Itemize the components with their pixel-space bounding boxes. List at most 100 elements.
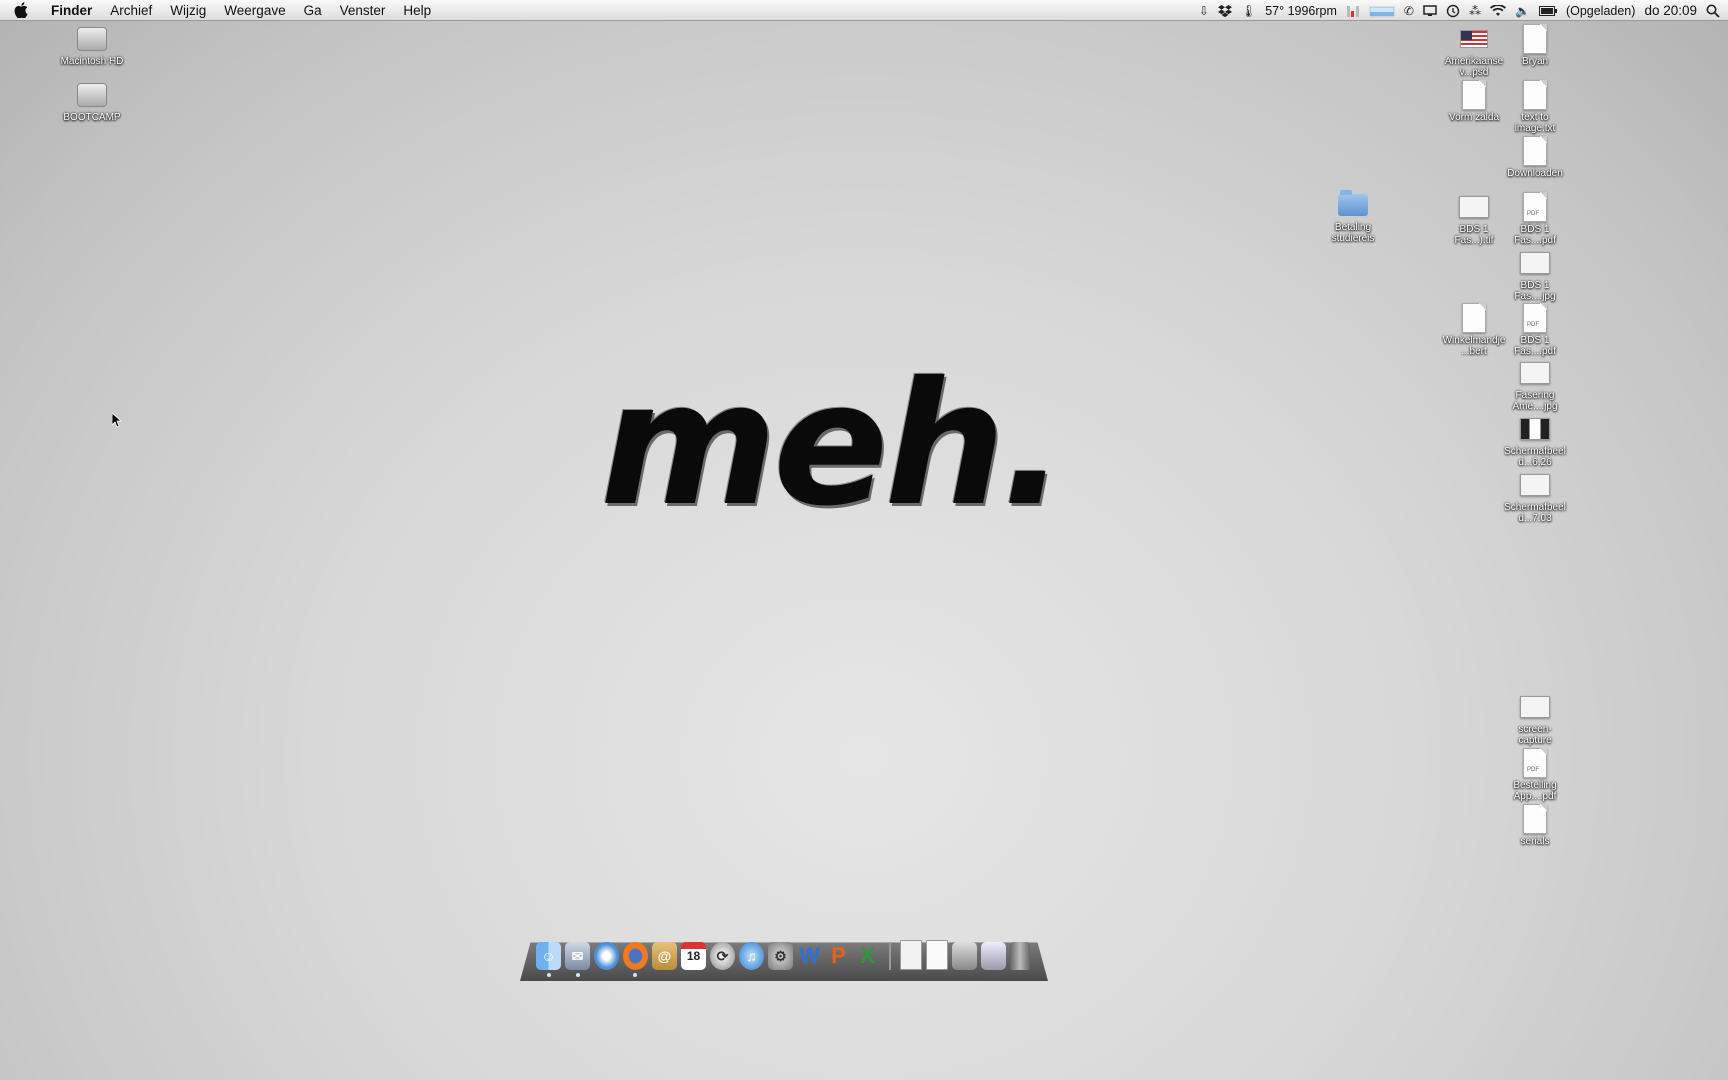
desktop-icon-screen-capture[interactable]: screen-capture [1503, 692, 1567, 746]
desktop-icon-serials[interactable]: serials [1503, 804, 1567, 847]
desktop-icon-label: BOOTCAMP [63, 112, 121, 123]
image-file-icon [1458, 192, 1490, 222]
desktop-icon-betaling-studiereis[interactable]: Betaling studiereis [1321, 190, 1385, 244]
desktop-icon-label: Schermafbeeld...6.26 [1504, 446, 1566, 468]
image-file-icon [1519, 358, 1551, 388]
desktop-icon-macintosh-hd[interactable]: Macintosh HD [60, 24, 124, 67]
desktop-icon-label: serials [1520, 836, 1550, 847]
menu-wijzig[interactable]: Wijzig [161, 0, 215, 21]
menu-weergave[interactable]: Weergave [215, 0, 294, 21]
wifi-icon[interactable] [1489, 0, 1506, 21]
desktop-icon-label: BDS 1 Fas...).tif [1454, 224, 1494, 246]
menu-ga[interactable]: Ga [295, 0, 331, 21]
hard-drive-icon [76, 24, 108, 54]
status-area: ⇩ 🌡 57° 1996rpm ✆ ⁂ 🔈 (Opgeladen) do 20:… [1199, 0, 1720, 21]
folder-icon [1337, 190, 1369, 220]
pdf-file-icon: PDF [1519, 748, 1551, 778]
battery-status[interactable]: (Opgeladen) [1566, 4, 1636, 18]
menubar-clock[interactable]: do 20:09 [1644, 3, 1697, 18]
sync-icon[interactable]: ⟳ [710, 942, 735, 970]
safari-icon[interactable]: ✦ [594, 942, 619, 970]
menu-help[interactable]: Help [394, 0, 440, 21]
pdf-file-icon: PDF [1519, 192, 1551, 222]
desktop-icon-label: Amerikaanse v...psd [1444, 56, 1504, 78]
dock-items: ☺ ✉ ✦ @ 18 ⟳ ♫ ⚙ W P X [536, 940, 1030, 970]
desktop-icon-label: Winkelmandje...bert [1442, 335, 1506, 357]
desktop-icon-bootcamp[interactable]: BOOTCAMP [60, 80, 124, 123]
document-stack-icon[interactable] [900, 940, 922, 970]
desktop-icon-amerikaanse-psd[interactable]: Amerikaanse v...psd [1442, 24, 1506, 78]
cpu-meter-icon[interactable] [1346, 0, 1360, 21]
menu-venster[interactable]: Venster [331, 0, 395, 21]
text-file-icon [1519, 80, 1551, 110]
display-icon[interactable] [1423, 0, 1437, 21]
desktop-icon-label: Bryan [1521, 56, 1549, 67]
desktop-icon-vorm-zalda[interactable]: Vorm zalda [1442, 80, 1506, 123]
running-indicator [547, 973, 551, 977]
excel-icon[interactable]: X [855, 942, 880, 970]
screenshot-icon [1519, 414, 1551, 444]
document-icon [1519, 136, 1551, 166]
address-book-icon[interactable]: @ [652, 942, 677, 970]
desktop-icon-label: Fasering Ame....jpg [1512, 390, 1558, 412]
download-arrow-icon[interactable]: ⇩ [1199, 0, 1209, 21]
word-icon[interactable]: W [797, 942, 822, 970]
running-indicator [576, 973, 580, 977]
desktop-icon-schermafbeelding-703[interactable]: Schermafbeeld...7.03 [1503, 470, 1567, 524]
desktop-icon-bds-jpg[interactable]: BDS 1 Fas....jpg [1503, 248, 1567, 302]
wallpaper-text: meh. [600, 346, 1066, 544]
dock-separator [889, 942, 891, 970]
desktop-icon-label: Schermafbeeld...7.03 [1504, 502, 1566, 524]
thermometer-icon[interactable]: 🌡 [1241, 0, 1256, 21]
battery-icon[interactable] [1538, 0, 1557, 21]
menu-app-finder[interactable]: Finder [42, 0, 101, 21]
finder-icon[interactable]: ☺ [536, 942, 561, 970]
bluetooth-icon[interactable]: ⁂ [1469, 0, 1481, 21]
desktop-icon-bds-pdf-1[interactable]: PDF BDS 1 Fas....pdf [1503, 192, 1567, 246]
desktop-icon-label: screen-capture [1518, 724, 1552, 746]
desktop-icon-schermafbeelding-626[interactable]: Schermafbeeld...6.26 [1503, 414, 1567, 468]
image-file-icon [1519, 248, 1551, 278]
desktop-icon-label: Vorm zalda [1448, 112, 1500, 123]
volume-icon[interactable]: 🔈 [1515, 0, 1530, 21]
desktop-icon-label: BDS 1 Fas....pdf [1514, 224, 1556, 246]
desktop-icon-bryan[interactable]: Bryan [1503, 24, 1567, 67]
document-icon [1519, 24, 1551, 54]
mouse-cursor-icon [112, 413, 122, 428]
desktop-icon-label: Macintosh HD [60, 56, 124, 67]
apple-menu-icon[interactable] [14, 2, 34, 18]
desktop-icon-fasering-jpg[interactable]: Fasering Ame....jpg [1503, 358, 1567, 412]
calendar-icon[interactable]: 18 [681, 942, 706, 970]
dropbox-icon[interactable] [1217, 0, 1232, 21]
document-stack-icon[interactable] [926, 940, 948, 970]
document-icon [1458, 80, 1490, 110]
folder-stack-icon[interactable] [952, 942, 977, 970]
firefox-icon[interactable] [623, 942, 648, 970]
system-preferences-icon[interactable]: ⚙ [768, 942, 793, 970]
desktop-icon-downloaden[interactable]: Downloaden [1503, 136, 1567, 179]
itunes-icon[interactable]: ♫ [739, 942, 764, 970]
phone-icon[interactable]: ✆ [1404, 0, 1414, 21]
time-machine-icon[interactable] [1446, 0, 1460, 21]
pdf-file-icon: PDF [1519, 303, 1551, 333]
trash-icon[interactable] [1010, 942, 1030, 970]
hard-drive-icon [76, 80, 108, 110]
desktop-icon-bestelling-pdf[interactable]: PDF Bestelling App....pdf [1503, 748, 1567, 802]
desktop-icon-bds-pdf-2[interactable]: PDF BDS 1 Fas....pdf [1503, 303, 1567, 357]
desktop-icon-text-to-image[interactable]: text to image.txt [1503, 80, 1567, 134]
screenshot-icon [1519, 692, 1551, 722]
desktop-icon-winkelmandje[interactable]: Winkelmandje...bert [1442, 303, 1506, 357]
temp-fan-readout[interactable]: 57° 1996rpm [1265, 4, 1337, 18]
menu-archief[interactable]: Archief [101, 0, 161, 21]
downloads-stack-icon[interactable] [981, 942, 1006, 970]
document-icon [1519, 804, 1551, 834]
desktop-icon-bds-tif[interactable]: BDS 1 Fas...).tif [1442, 192, 1506, 246]
desktop-icon-label: Betaling studiereis [1331, 222, 1375, 244]
menu-bar: Finder Archief Wijzig Weergave Ga Venste… [0, 0, 1728, 21]
spotlight-search-icon[interactable] [1706, 0, 1720, 21]
memory-meter-icon[interactable] [1369, 0, 1395, 21]
desktop-icon-label: text to image.txt [1514, 112, 1556, 134]
desktop-icon-label: Downloaden [1507, 168, 1563, 179]
powerpoint-icon[interactable]: P [826, 942, 851, 970]
mail-icon[interactable]: ✉ [565, 942, 590, 970]
